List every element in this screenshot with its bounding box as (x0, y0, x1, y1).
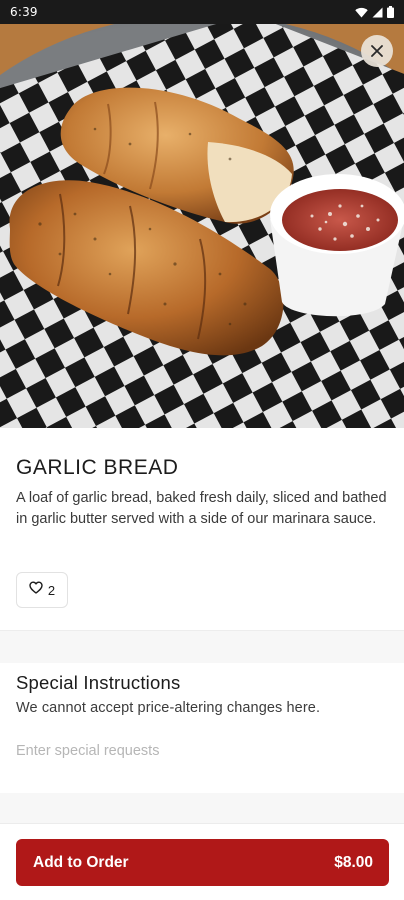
close-icon (370, 44, 384, 58)
status-time: 6:39 (10, 5, 38, 19)
status-icons (355, 6, 394, 18)
item-title: GARLIC BREAD (16, 456, 179, 479)
signal-icon (372, 7, 383, 18)
item-description: A loaf of garlic bread, baked fresh dail… (16, 490, 387, 527)
special-requests-input[interactable] (16, 739, 388, 763)
special-instructions-title: Special Instructions (16, 672, 181, 693)
special-instructions-note: We cannot accept price-altering changes … (16, 700, 321, 716)
footer: Add to Order $8.00 (0, 823, 404, 900)
product-image (0, 24, 404, 428)
add-to-order-button[interactable]: Add to Order $8.00 (16, 839, 389, 886)
status-bar: 6:39 (0, 0, 404, 24)
add-to-order-label: Add to Order (33, 853, 129, 871)
wifi-icon (355, 7, 368, 18)
section-divider (0, 630, 404, 663)
order-price: $8.00 (334, 853, 373, 871)
close-button[interactable] (361, 35, 393, 67)
item-info: GARLIC BREAD A loaf of garlic bread, bak… (16, 428, 388, 608)
heart-icon (29, 581, 43, 599)
special-instructions-section: Special Instructions We cannot accept pr… (0, 663, 404, 793)
section-divider-bottom (0, 793, 404, 823)
like-count: 2 (47, 582, 56, 598)
battery-icon (387, 6, 394, 18)
like-button[interactable]: 2 (16, 572, 68, 608)
